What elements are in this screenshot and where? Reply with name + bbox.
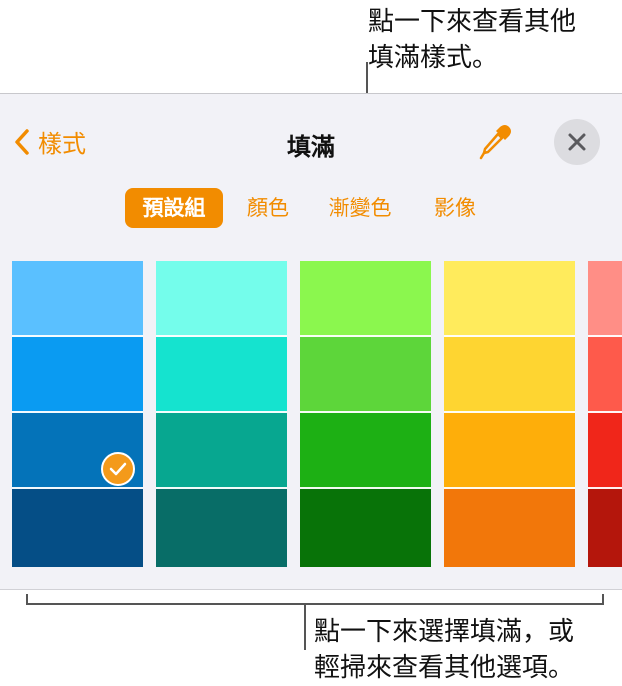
tab-color[interactable]: 顏色 xyxy=(235,188,301,228)
swatch-column xyxy=(12,261,143,573)
color-swatch[interactable] xyxy=(156,413,287,489)
callout-bottom: 點一下來選擇填滿，或 輕掃來查看其他選項。 xyxy=(314,614,574,686)
color-swatch[interactable] xyxy=(588,337,622,413)
selected-checkmark-icon xyxy=(101,452,135,486)
color-swatch[interactable] xyxy=(12,261,143,337)
color-swatch[interactable] xyxy=(12,489,143,567)
color-swatch[interactable] xyxy=(444,413,575,489)
swatch-bracket xyxy=(26,603,604,605)
color-swatch[interactable] xyxy=(156,261,287,337)
color-swatch[interactable] xyxy=(156,337,287,413)
swatch-column xyxy=(300,261,431,573)
callout-top: 點一下來查看其他 填滿樣式。 xyxy=(368,4,576,76)
color-swatch[interactable] xyxy=(300,261,431,337)
tab-presets[interactable]: 預設組 xyxy=(125,188,223,228)
color-swatch[interactable] xyxy=(300,489,431,567)
callout-bottom-line-1: 點一下來選擇填滿，或 xyxy=(314,617,575,647)
callout-bottom-line-2: 輕掃來查看其他選項。 xyxy=(314,653,575,683)
color-swatch[interactable] xyxy=(156,489,287,567)
eyedropper-button[interactable] xyxy=(478,122,514,162)
fill-style-tabs: 預設組 顏色 漸變色 影像 xyxy=(0,188,622,228)
swatch-column xyxy=(444,261,575,573)
callout-bottom-leader xyxy=(304,604,306,650)
color-swatch[interactable] xyxy=(588,261,622,337)
panel-title: 填滿 xyxy=(287,133,335,161)
color-swatch[interactable] xyxy=(588,413,622,489)
color-swatch[interactable] xyxy=(444,337,575,413)
close-button[interactable] xyxy=(554,119,600,165)
color-swatch[interactable] xyxy=(300,413,431,489)
swatch-bracket-right xyxy=(602,594,604,605)
eyedropper-icon xyxy=(479,125,511,160)
swatch-column xyxy=(588,261,622,573)
color-swatch[interactable] xyxy=(300,337,431,413)
swatch-column xyxy=(156,261,287,573)
callout-top-line-2: 填滿樣式。 xyxy=(368,43,499,73)
swatch-bracket-left xyxy=(26,594,28,605)
tab-gradient[interactable]: 漸變色 xyxy=(322,188,398,228)
tab-image[interactable]: 影像 xyxy=(424,188,486,228)
color-swatch[interactable] xyxy=(444,489,575,567)
color-swatch[interactable] xyxy=(12,337,143,413)
callout-top-line-1: 點一下來查看其他 xyxy=(368,7,577,37)
color-swatch[interactable] xyxy=(444,261,575,337)
close-icon xyxy=(568,133,586,151)
color-swatch[interactable] xyxy=(588,489,622,567)
